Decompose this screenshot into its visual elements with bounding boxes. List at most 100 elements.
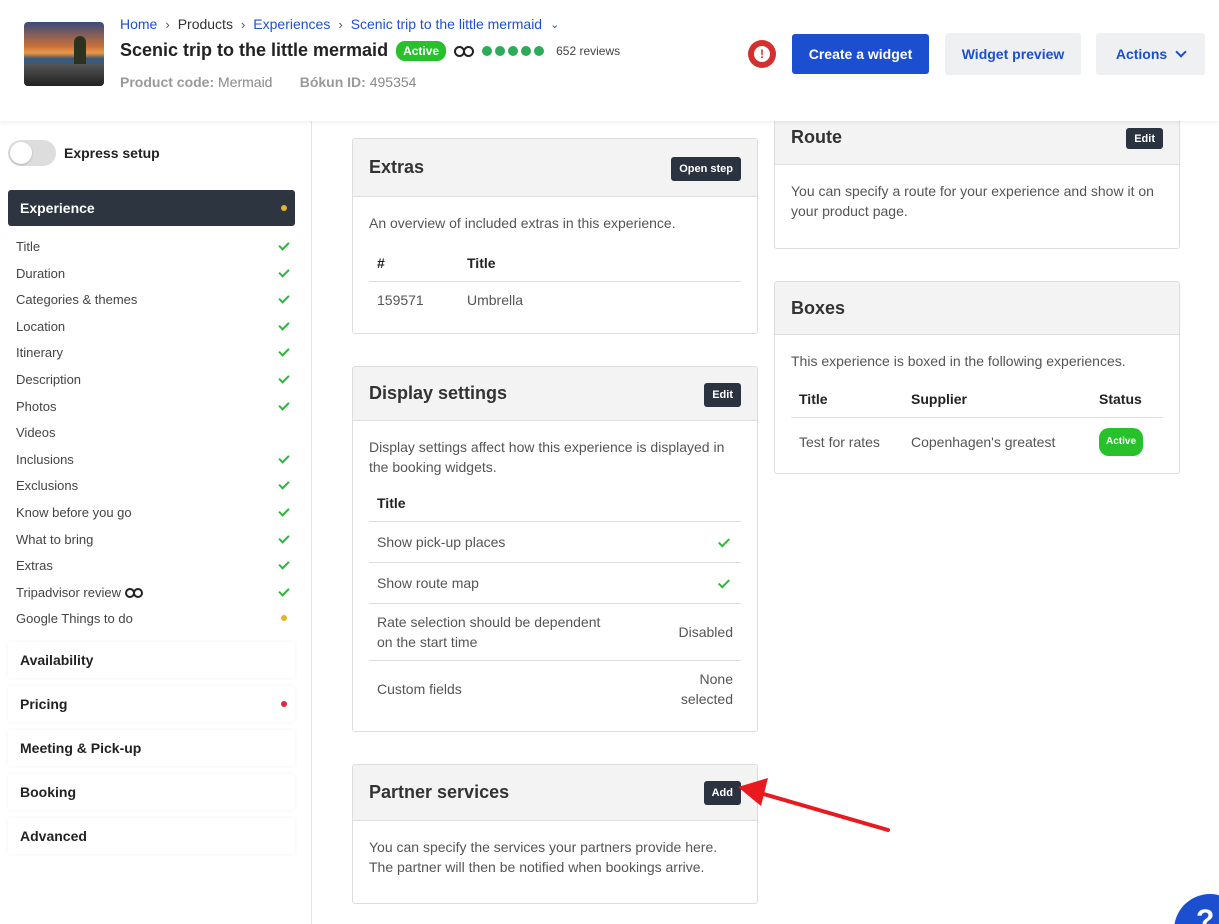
setting-value: None selected [680, 671, 733, 707]
check-icon [278, 505, 290, 517]
sidebar-item-what-to-bring[interactable]: What to bring [16, 528, 291, 550]
sidebar-item-categories-themes[interactable]: Categories & themes [16, 288, 291, 310]
table-row[interactable]: Rate selection should be dependent on th… [369, 603, 741, 661]
widget-preview-button[interactable]: Widget preview [945, 33, 1081, 75]
table-row[interactable]: Show pick-up places [369, 521, 741, 563]
product-code-value: Mermaid [218, 74, 273, 90]
extras-card-body: An overview of included extras in this e… [353, 197, 757, 333]
pending-dot-icon [281, 205, 287, 211]
section-label: Experience [20, 200, 95, 216]
breadcrumb-home[interactable]: Home [120, 16, 157, 32]
chevron-down-icon[interactable]: ⌄ [550, 18, 559, 31]
breadcrumb-products[interactable]: Products [178, 16, 233, 32]
review-count[interactable]: 652 reviews [556, 44, 620, 58]
sidebar: Express setup Experience Title Duration Ca… [0, 121, 312, 924]
sidebar-item-label: Exclusions [16, 477, 79, 493]
card-title: Extras [369, 157, 425, 177]
product-code-label: Product code: [120, 74, 215, 90]
check-icon [278, 532, 290, 544]
sidebar-section-availability[interactable]: Availability [8, 642, 295, 678]
check-icon [278, 345, 290, 357]
bokun-id-value: 495354 [369, 74, 417, 90]
breadcrumb-experiences[interactable]: Experiences [253, 16, 330, 32]
sidebar-item-label: Location [16, 318, 66, 334]
express-setup-label: Express setup [64, 145, 160, 161]
product-thumbnail[interactable] [24, 22, 104, 86]
breadcrumb-current[interactable]: Scenic trip to the little mermaid [351, 16, 542, 32]
sidebar-item-exclusions[interactable]: Exclusions [16, 474, 291, 496]
route-card: Route Edit You can specify a route for y… [774, 110, 1180, 249]
table-row[interactable]: Test for rates Copenhagen's greatest Act… [791, 418, 1163, 465]
section-label: Booking [20, 784, 76, 800]
section-label: Availability [20, 652, 94, 668]
open-step-button[interactable]: Open step [671, 157, 741, 181]
title-row: Scenic trip to the little mermaid Active… [120, 40, 620, 61]
help-button[interactable]: ? [1174, 894, 1219, 924]
extras-card-header: Extras Open step [353, 139, 757, 197]
edit-display-settings-button[interactable]: Edit [704, 383, 741, 407]
boxes-body: This experience is boxed in the followin… [775, 335, 1179, 473]
sidebar-section-pricing[interactable]: Pricing [8, 686, 295, 722]
sidebar-item-label: Duration [16, 265, 66, 281]
setting-value-cell [620, 562, 741, 604]
sidebar-item-google-things-to-do[interactable]: Google Things to do [16, 607, 291, 629]
check-icon [278, 478, 290, 490]
rating-dot-icon [495, 45, 506, 56]
sidebar-item-know-before-you-go[interactable]: Know before you go [16, 501, 291, 523]
table-row[interactable]: Custom fields None selected [369, 661, 741, 718]
box-title-link[interactable]: Test for rates [791, 418, 903, 465]
sidebar-item-label: Videos [16, 424, 56, 440]
sidebar-item-label: What to bring [16, 531, 94, 547]
route-body: You can specify a route for your experie… [775, 165, 1179, 237]
rating-dot-icon [482, 45, 493, 56]
check-icon [278, 452, 290, 464]
page-title: Scenic trip to the little mermaid [120, 40, 389, 60]
sidebar-item-description[interactable]: Description [16, 368, 291, 390]
card-title: Partner services [369, 782, 510, 802]
sidebar-item-tripadvisor-review[interactable]: Tripadvisor review [16, 581, 291, 603]
sidebar-item-label: Inclusions [16, 451, 74, 467]
setting-label: Show pick-up places [369, 521, 621, 563]
pending-dot-icon [281, 615, 287, 621]
setting-value-cell [620, 521, 741, 563]
sidebar-item-duration[interactable]: Duration [16, 262, 291, 284]
extra-title: Umbrella [467, 292, 524, 308]
check-icon [278, 558, 290, 570]
sidebar-item-videos[interactable]: Videos [16, 421, 291, 443]
section-label: Pricing [20, 696, 68, 712]
check-icon [717, 576, 731, 589]
table-row[interactable]: 159571 Umbrella [369, 282, 741, 319]
bokun-id-label: Bókun ID: [299, 74, 366, 90]
sidebar-item-extras[interactable]: Extras [16, 554, 291, 576]
sidebar-section-booking[interactable]: Booking [8, 774, 295, 810]
check-icon [278, 372, 290, 384]
breadcrumb-separator-icon: › [240, 16, 246, 32]
check-icon [278, 399, 290, 411]
column-header: Supplier [903, 381, 1091, 418]
sidebar-item-inclusions[interactable]: Inclusions [16, 448, 291, 470]
sidebar-item-title[interactable]: Title [16, 235, 291, 257]
sidebar-item-photos[interactable]: Photos [16, 395, 291, 417]
error-dot-icon [281, 701, 287, 707]
express-setup-toggle[interactable] [8, 140, 56, 166]
tripadvisor-icon [125, 587, 143, 598]
sidebar-item-location[interactable]: Location [16, 315, 291, 337]
edit-route-button[interactable]: Edit [1126, 128, 1163, 149]
status-badge: Active [1099, 428, 1144, 456]
actions-button[interactable]: Actions [1096, 33, 1205, 75]
sidebar-item-itinerary[interactable]: Itinerary [16, 341, 291, 363]
boxes-header: Boxes [775, 282, 1179, 335]
setting-label: Custom fields [377, 681, 462, 697]
express-setup-row: Express setup [8, 140, 160, 166]
chevron-down-icon [1175, 46, 1187, 58]
rating-dot-icon [534, 45, 545, 56]
sidebar-section-experience[interactable]: Experience [8, 190, 295, 226]
table-row[interactable]: Show route map [369, 562, 741, 604]
rating-dot-icon [508, 45, 519, 56]
sidebar-section-meeting[interactable]: Meeting & Pick-up [8, 730, 295, 766]
alert-icon[interactable]: ! [748, 40, 776, 68]
create-widget-button[interactable]: Create a widget [792, 34, 929, 74]
route-description: You can specify a route for your experie… [791, 183, 1154, 219]
sidebar-item-label: Extras [16, 557, 53, 573]
sidebar-section-advanced[interactable]: Advanced [8, 818, 295, 854]
